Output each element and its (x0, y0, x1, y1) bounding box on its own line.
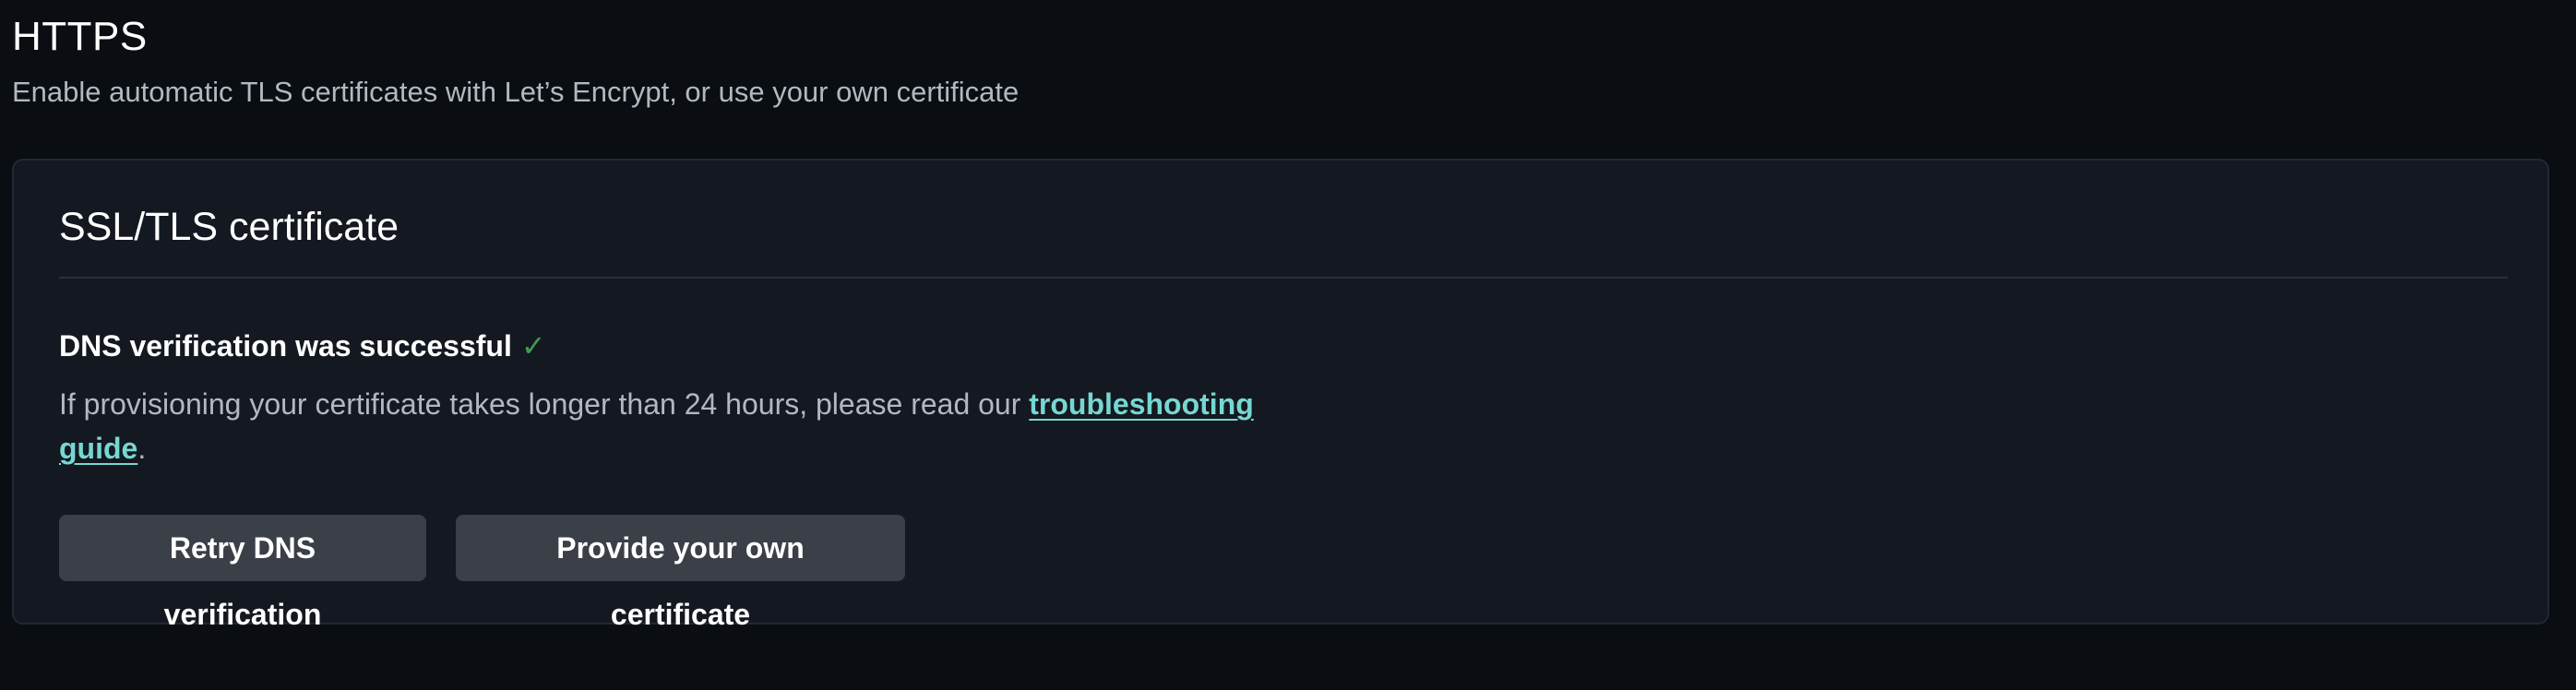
help-text: If provisioning your certificate takes l… (59, 382, 1295, 470)
help-text-suffix: . (137, 432, 147, 465)
dns-status: DNS verification was successful ✓ (59, 327, 546, 365)
ssl-certificate-card: SSL/TLS certificate DNS verification was… (12, 159, 2549, 631)
dns-status-text: DNS verification was successful (59, 329, 512, 363)
provide-own-certificate-button[interactable]: Provide your own certificate (456, 515, 905, 631)
card-divider (59, 277, 2508, 279)
help-text-prefix: If provisioning your certificate takes l… (59, 387, 1030, 421)
card-title: SSL/TLS certificate (59, 205, 400, 249)
check-icon: ✓ (520, 329, 546, 363)
section-subtitle: Enable automatic TLS certificates with L… (12, 76, 1020, 108)
section-title: HTTPS (12, 14, 148, 59)
retry-dns-verification-button[interactable]: Retry DNS verification (59, 515, 426, 631)
